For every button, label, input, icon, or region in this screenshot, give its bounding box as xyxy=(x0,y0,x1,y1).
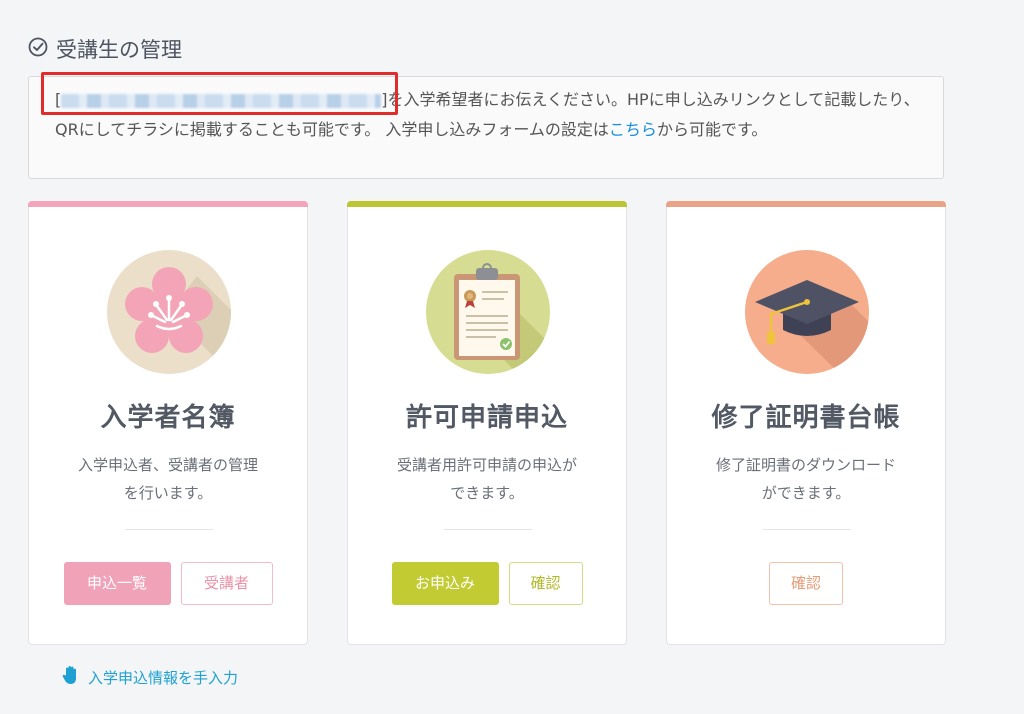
section-title: 受講生の管理 xyxy=(56,38,182,62)
card-title: 修了証明書台帳 xyxy=(711,403,901,433)
settings-link[interactable]: こちら xyxy=(609,120,657,139)
cherry-blossom-icon xyxy=(107,250,231,374)
card-title: 許可申請申込 xyxy=(405,403,568,433)
confirm-button[interactable]: 確認 xyxy=(508,562,583,605)
card-description-line: 受講者用許可申請の申込が xyxy=(396,456,577,474)
apply-button[interactable]: お申込み xyxy=(391,562,499,605)
card-description-line: ができます。 xyxy=(761,484,851,502)
card-description-line: を行います。 xyxy=(123,484,213,502)
application-list-button[interactable]: 申込一覧 xyxy=(63,562,171,605)
manual-entry-label: 入学申込情報を手入力 xyxy=(88,668,239,687)
card-description-line: 修了証明書のダウンロード xyxy=(715,456,896,474)
info-text-end: から可能です。 xyxy=(656,120,768,139)
card-description-line: できます。 xyxy=(450,484,524,502)
divider xyxy=(444,529,532,530)
card-title: 入学者名簿 xyxy=(100,403,236,433)
divider xyxy=(125,529,213,530)
card-accent-bar xyxy=(28,201,308,207)
card-accent-bar xyxy=(666,201,946,207)
card-description: 入学申込者、受講者の管理 を行います。 xyxy=(49,451,287,507)
card-description: 受講者用許可申請の申込が できます。 xyxy=(368,451,606,507)
card-description: 修了証明書のダウンロード ができます。 xyxy=(687,451,925,507)
url-highlight-box xyxy=(41,72,398,115)
card-accent-bar xyxy=(347,201,627,207)
section-header: 受講生の管理 xyxy=(28,34,182,64)
hand-icon xyxy=(62,665,80,689)
clipboard-certificate-icon xyxy=(426,250,550,374)
card-description-line: 入学申込者、受講者の管理 xyxy=(77,456,258,474)
card-completion-certificate: 修了証明書台帳 修了証明書のダウンロード ができます。 確認 xyxy=(666,201,946,645)
check-circle-icon xyxy=(28,37,48,62)
graduation-cap-icon xyxy=(745,250,869,374)
card-permit-application: 許可申請申込 受講者用許可申請の申込が できます。 お申込み 確認 xyxy=(347,201,627,645)
manual-entry-link[interactable]: 入学申込情報を手入力 xyxy=(62,665,238,689)
confirm-button[interactable]: 確認 xyxy=(769,562,843,605)
card-enrollment-roster: 入学者名簿 入学申込者、受講者の管理 を行います。 申込一覧 受講者 xyxy=(28,201,308,645)
students-button[interactable]: 受講者 xyxy=(180,562,273,605)
divider xyxy=(763,529,851,530)
